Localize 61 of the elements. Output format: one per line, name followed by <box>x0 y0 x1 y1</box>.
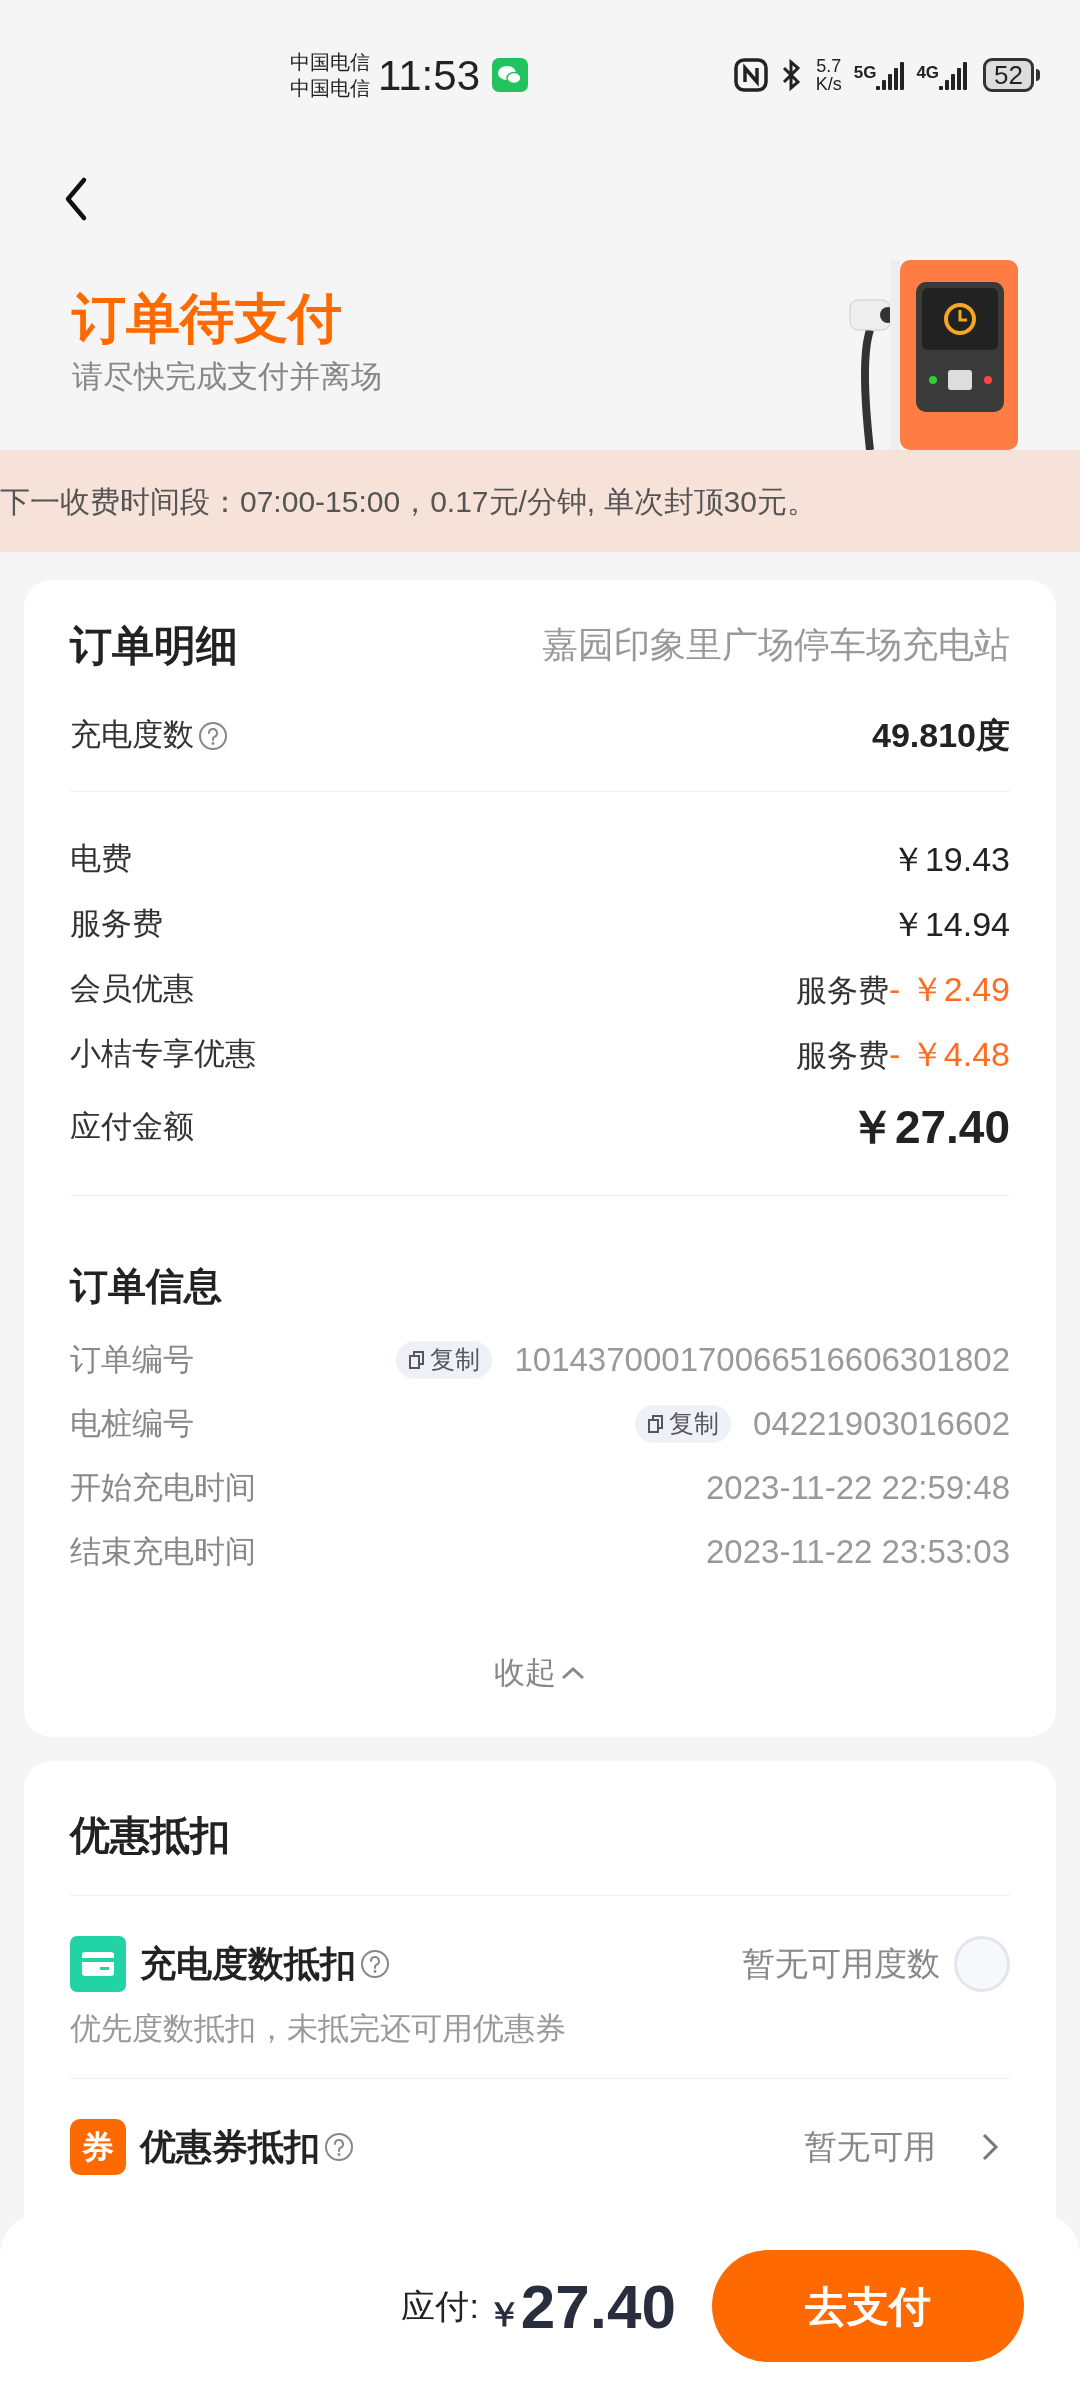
help-icon[interactable] <box>360 1948 390 1979</box>
carrier-label: 中国电信 <box>290 50 370 75</box>
total-amount: ￥27.40 <box>848 1099 1010 1155</box>
discount-amount: - ￥4.48 <box>889 1034 1010 1075</box>
page-subtitle: 请尽快完成支付并离场 <box>72 357 382 396</box>
fee-notice: 下一收费时间段：07:00-15:00，0.17元/分钟, 单次封顶30元。 <box>0 483 817 520</box>
speed-value: 5.7 <box>816 57 842 75</box>
chevron-up-icon <box>560 1665 586 1682</box>
fee-category: 服务费 <box>796 972 890 1010</box>
discount-status: 暂无可用度数 <box>742 1943 940 1984</box>
fee-amount: ￥19.43 <box>890 839 1010 880</box>
page-title: 订单待支付 <box>72 286 343 350</box>
signal-icon <box>939 60 968 90</box>
section-title: 优惠抵扣 <box>70 1812 230 1859</box>
signal-icon <box>876 60 905 90</box>
chevron-right-icon[interactable] <box>980 2131 1000 2163</box>
discount-note: 优先度数抵扣，未抵完还可用优惠券 <box>70 2009 567 2048</box>
energy-value: 49.810度 <box>872 715 1010 756</box>
carrier-label: 中国电信 <box>290 76 370 101</box>
fee-label: 会员优惠 <box>70 970 194 1009</box>
info-value: 2023-11-22 22:59:48 <box>706 1468 1010 1509</box>
clock: 11:53 <box>378 50 480 101</box>
collapse-button[interactable]: 收起 <box>494 1650 586 1697</box>
info-label: 开始充电时间 <box>70 1468 256 1507</box>
help-icon[interactable] <box>198 720 228 751</box>
speed-unit: K/s <box>815 75 842 93</box>
info-value: 101437000170066516606301802 <box>514 1340 1010 1381</box>
currency-sign: ￥ <box>486 2293 521 2335</box>
info-value: 04221903016602 <box>753 1404 1010 1445</box>
nfc-icon <box>733 58 768 92</box>
fee-label: 应付金额 <box>70 1107 194 1146</box>
copy-icon <box>408 1350 427 1370</box>
info-label: 电桩编号 <box>70 1404 194 1443</box>
fee-label: 小桔专享优惠 <box>70 1035 256 1074</box>
energy-label: 充电度数 <box>70 716 194 755</box>
help-icon[interactable] <box>324 2132 354 2162</box>
fee-label: 电费 <box>70 840 132 879</box>
chat-app-icon <box>492 58 528 92</box>
info-value: 2023-11-22 23:53:03 <box>706 1532 1010 1573</box>
discount-amount: - ￥2.49 <box>889 969 1010 1010</box>
coupon-badge: 券 <box>70 2119 126 2175</box>
fee-category: 服务费 <box>796 1037 890 1075</box>
fee-label: 服务费 <box>70 905 163 944</box>
network-label: 5G <box>853 62 877 84</box>
discount-title: 充电度数抵扣 <box>140 1941 356 1986</box>
copy-icon <box>647 1414 666 1434</box>
copy-button[interactable]: 复制 <box>396 1341 493 1379</box>
fee-amount: ￥14.94 <box>890 904 1010 945</box>
discount-status: 暂无可用 <box>804 2127 936 2168</box>
info-label: 订单编号 <box>70 1340 194 1379</box>
discount-title: 优惠券抵扣 <box>140 2125 320 2169</box>
payable-amount: 27.40 <box>520 2270 676 2343</box>
battery-indicator: 52 <box>983 58 1040 92</box>
card-icon <box>70 1935 126 1992</box>
section-title: 订单明细 <box>70 620 238 671</box>
payable-label: 应付: <box>401 2285 479 2327</box>
info-label: 结束充电时间 <box>70 1532 256 1571</box>
station-name: 嘉园印象里广场停车场充电站 <box>542 623 1010 667</box>
network-label: 4G <box>916 62 940 84</box>
section-title: 订单信息 <box>70 1264 223 1309</box>
copy-button[interactable]: 复制 <box>635 1405 732 1443</box>
